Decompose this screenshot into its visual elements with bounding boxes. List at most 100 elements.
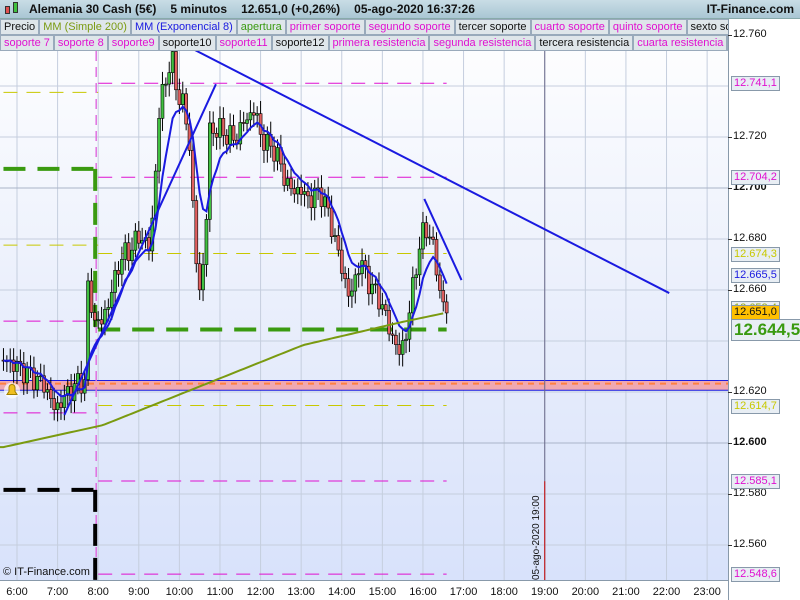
- candle: [157, 118, 161, 172]
- level-price-box: 12.614,7: [731, 398, 780, 414]
- legend-toggle-soporte12[interactable]: soporte12: [271, 35, 329, 51]
- candle: [177, 89, 182, 105]
- legend-toggle-soporte9[interactable]: soporte9: [107, 35, 159, 51]
- candle: [126, 242, 131, 261]
- price-chart[interactable]: [0, 19, 728, 580]
- candle: [170, 51, 175, 73]
- legend-toggle-primer-soporte[interactable]: primer soporte: [285, 19, 365, 35]
- legend-toggle-segundo-soporte[interactable]: segundo soporte: [364, 19, 455, 35]
- candle: [99, 319, 104, 325]
- datetime: 05-ago-2020 16:37:26: [354, 2, 475, 16]
- price-tick-label: 12.720: [733, 130, 767, 142]
- candle: [441, 290, 446, 303]
- legend-toggle-cuarto-soporte[interactable]: cuarto soporte: [530, 19, 609, 35]
- candle: [201, 264, 205, 291]
- candle: [174, 51, 178, 91]
- candle: [218, 118, 222, 138]
- candle: [333, 235, 337, 237]
- legend-toggle-mm-exponencial-8-[interactable]: MM (Exponencial 8): [130, 19, 237, 35]
- candle: [52, 398, 57, 411]
- candle: [339, 249, 344, 274]
- candle: [427, 236, 432, 239]
- candle: [123, 242, 128, 260]
- candle: [323, 196, 327, 207]
- candle: [130, 249, 134, 261]
- candlestick-logo-icon: [3, 1, 23, 17]
- price-tick: [728, 443, 732, 444]
- candle: [136, 230, 141, 244]
- candle: [262, 134, 266, 151]
- alert-bell-icon: [4, 382, 20, 399]
- chart-background: [0, 19, 728, 580]
- legend-toggle-tercera-resistencia[interactable]: tercera resistencia: [535, 35, 634, 51]
- time-tick-label: 16:00: [409, 586, 437, 598]
- time-tick-label: 12:00: [246, 586, 275, 598]
- candle: [424, 222, 429, 239]
- candle: [228, 125, 232, 145]
- candle: [25, 367, 29, 384]
- legend-toggle-cuarta-resistencia[interactable]: cuarta resistencia: [633, 35, 728, 51]
- candle: [404, 338, 408, 341]
- candle: [252, 112, 256, 116]
- last-price: 12.651,0 (+0,26%): [241, 2, 341, 16]
- time-tick-label: 14:00: [327, 586, 356, 598]
- legend-toggle-primera-resistencia[interactable]: primera resistencia: [328, 35, 430, 51]
- candle: [45, 389, 50, 393]
- time-tick-label: 17:00: [449, 586, 478, 598]
- candle: [299, 187, 303, 195]
- candle: [380, 304, 385, 310]
- candle: [255, 113, 259, 116]
- candle: [248, 112, 253, 121]
- candle: [346, 278, 351, 297]
- legend-toggle-mm-simple-200-[interactable]: MM (Simple 200): [39, 19, 131, 35]
- candle: [434, 239, 439, 276]
- candle: [49, 389, 53, 399]
- level-price-box: 12.674,3: [731, 246, 780, 262]
- candle: [309, 195, 314, 209]
- time-tick-label: 11:00: [206, 586, 234, 598]
- price-tick: [728, 35, 732, 36]
- legend-toggle-soporte11[interactable]: soporte11: [215, 35, 272, 51]
- candle: [272, 145, 276, 162]
- candle: [164, 83, 168, 86]
- candle: [167, 72, 172, 85]
- price-tick-label: 12.760: [733, 28, 767, 40]
- candle: [93, 312, 97, 321]
- candle: [306, 191, 310, 197]
- legend-toggle-apertura[interactable]: apertura: [236, 19, 286, 35]
- price-tick: [728, 545, 732, 546]
- level-price-box: 12.741,1: [731, 76, 780, 92]
- legend-toggle-segunda-resistencia[interactable]: segunda resistencia: [429, 35, 536, 51]
- legend-toggle-precio[interactable]: Precio: [0, 19, 40, 35]
- candle: [373, 283, 378, 286]
- time-tick-label: 19:00: [530, 586, 559, 598]
- legend-toggle-quinto-soporte[interactable]: quinto soporte: [608, 19, 687, 35]
- vertical-marker-label: 05-ago-2020 19:00: [531, 495, 542, 580]
- candle: [295, 187, 300, 195]
- candle: [285, 178, 290, 186]
- legend-row-1: Precio MM (Simple 200) MM (Exponencial 8) a…: [0, 19, 761, 35]
- marker-price-box: 12.665,5: [731, 267, 780, 283]
- candle: [350, 290, 354, 297]
- time-tick-label: 10:00: [165, 586, 194, 598]
- candle: [89, 280, 94, 313]
- chart-canvas: [0, 19, 728, 580]
- candle: [197, 263, 202, 291]
- legend-toggle-tercer-soporte[interactable]: tercer soporte: [454, 19, 531, 35]
- time-tick-label: 20:00: [571, 586, 600, 598]
- candle: [292, 188, 297, 195]
- legend-toggle-soporte10[interactable]: soporte10: [158, 35, 216, 51]
- candle: [214, 133, 219, 138]
- marker-price-box: 12.651,0: [731, 304, 780, 320]
- time-tick-label: 7:00: [46, 586, 69, 598]
- candle: [180, 93, 185, 105]
- candle: [289, 178, 293, 189]
- price-tick: [728, 290, 732, 291]
- legend-row-2: soporte 7 soporte 8 soporte9 soporte10 sopor…: [0, 35, 766, 51]
- candle: [245, 119, 249, 124]
- time-tick-label: 23:00: [693, 586, 721, 598]
- candle: [116, 270, 121, 275]
- price-tick-label: 12.620: [733, 385, 767, 397]
- legend-toggle-soporte-8[interactable]: soporte 8: [53, 35, 108, 51]
- legend-toggle-soporte-7[interactable]: soporte 7: [0, 35, 54, 51]
